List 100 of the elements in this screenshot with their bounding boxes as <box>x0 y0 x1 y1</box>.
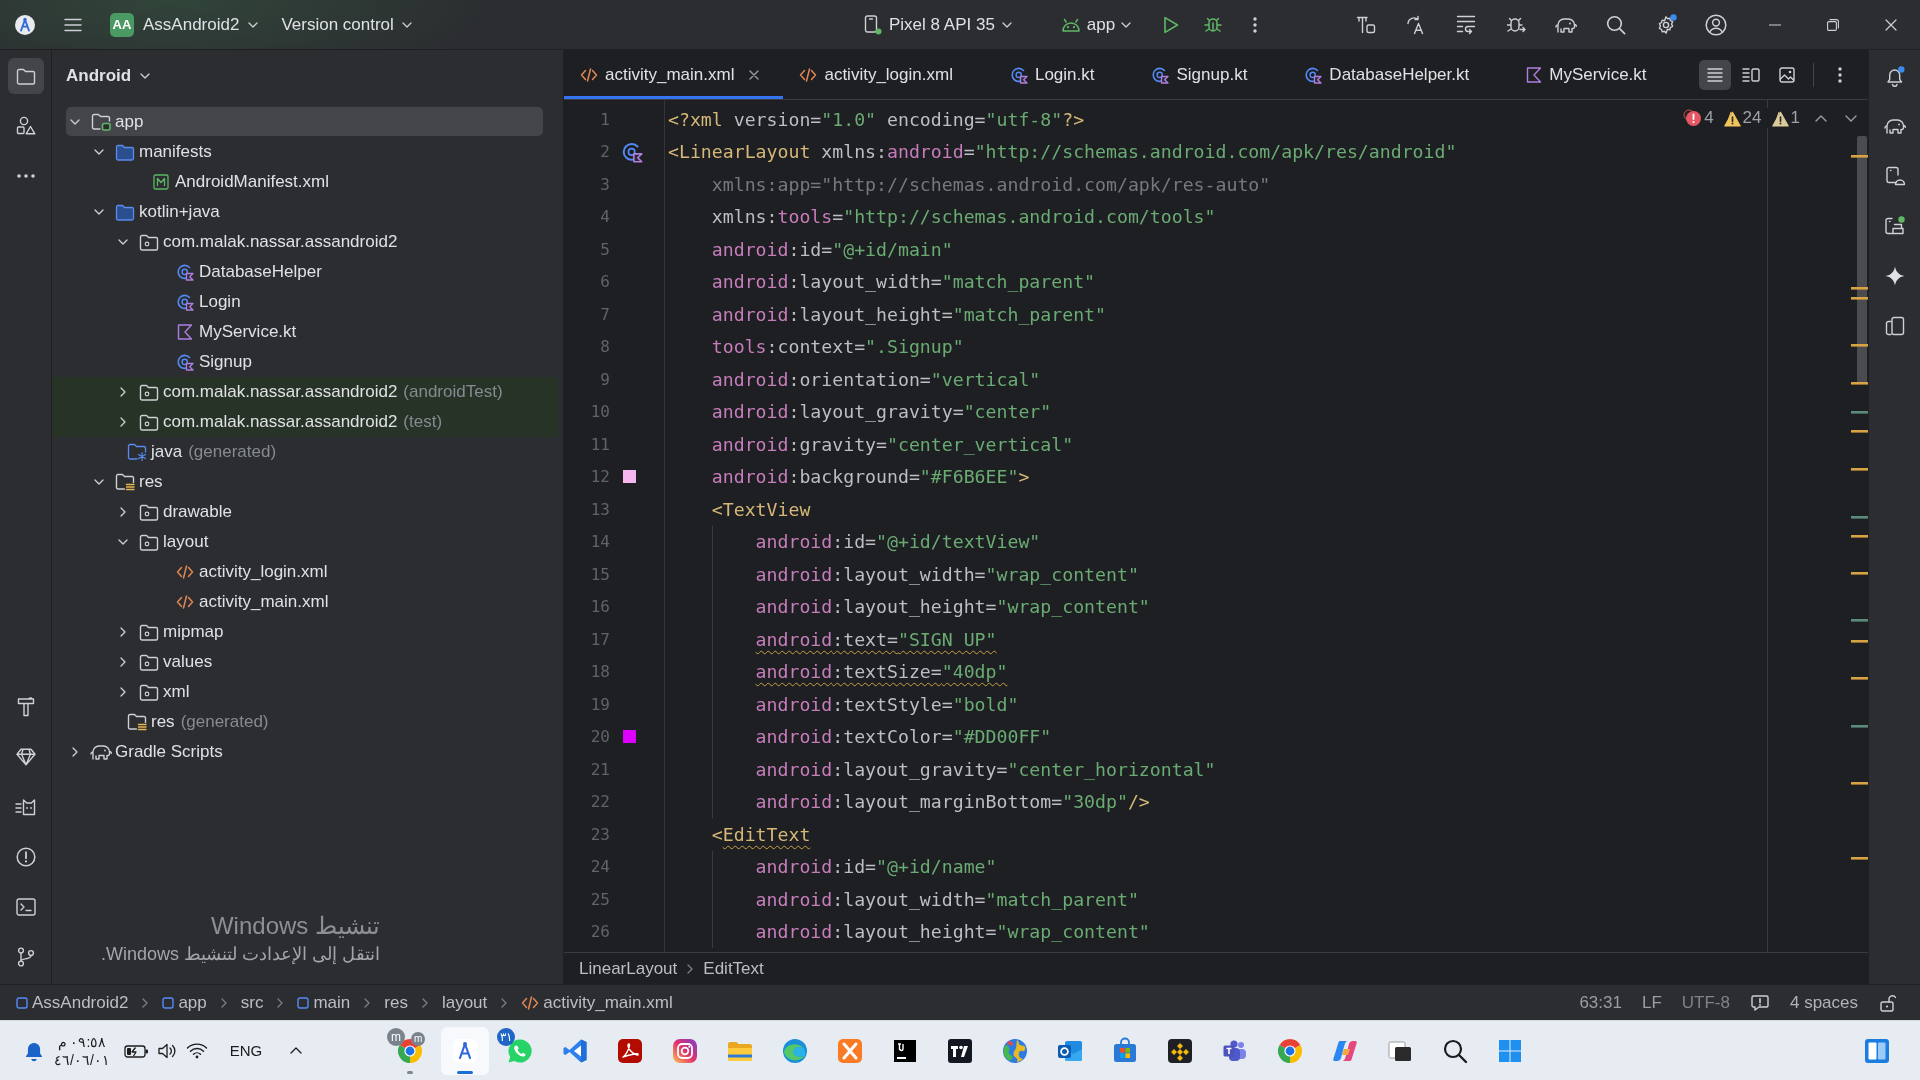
chevron-up-icon[interactable] <box>290 1047 303 1054</box>
code-file-icon[interactable] <box>799 67 818 82</box>
phone-android-icon[interactable] <box>1884 166 1905 186</box>
android-icon[interactable] <box>1060 17 1081 32</box>
compass-logo-icon[interactable] <box>15 14 35 35</box>
chevron-down-icon[interactable] <box>1121 21 1132 28</box>
branch-icon[interactable] <box>16 947 35 967</box>
project-view-selector[interactable]: Android <box>60 60 157 92</box>
shapes-icon[interactable] <box>15 116 36 136</box>
module-icon[interactable] <box>162 996 175 1009</box>
class-icon[interactable] <box>1304 65 1323 84</box>
chevron-right-icon[interactable] <box>120 387 126 397</box>
more-icon[interactable] <box>1838 66 1842 83</box>
chevron-down-icon[interactable] <box>1001 21 1012 28</box>
chevron-right-icon[interactable] <box>120 627 126 637</box>
editor-tab[interactable]: Signup.kt <box>1135 50 1289 99</box>
loop-tile-icon[interactable] <box>616 1036 644 1065</box>
terminal-icon[interactable] <box>15 898 36 916</box>
path-segment[interactable]: layout <box>441 992 488 1013</box>
class-icon[interactable] <box>1009 65 1028 84</box>
bag-icon[interactable] <box>1111 1036 1139 1065</box>
chevron-down-icon[interactable] <box>118 239 128 245</box>
class-icon[interactable] <box>1151 65 1170 84</box>
compass-icon[interactable] <box>451 1036 479 1065</box>
tree-item[interactable]: Signup <box>165 347 252 377</box>
tree-item[interactable]: activity_login.xml <box>165 557 328 587</box>
tree-item[interactable]: com.malak.nassar.assandroid2 (test) <box>52 407 558 437</box>
chevron-right-icon[interactable] <box>120 657 126 667</box>
gem-icon[interactable] <box>15 748 36 766</box>
chevron-up-icon[interactable] <box>1815 114 1827 122</box>
cat-icon[interactable] <box>14 798 37 816</box>
taskbar-app-button[interactable]: m m <box>386 1026 434 1075</box>
project-tool-button[interactable] <box>7 58 44 94</box>
search-icon[interactable] <box>1606 14 1626 35</box>
chevron-right-icon[interactable] <box>120 687 126 697</box>
chevron-down-icon[interactable] <box>140 73 151 79</box>
split-view-icon[interactable] <box>1742 67 1760 82</box>
more-icon[interactable] <box>1253 16 1258 33</box>
path-segment[interactable]: app <box>162 992 207 1013</box>
hammer-icon[interactable] <box>16 697 35 717</box>
folder-icon[interactable] <box>15 67 36 85</box>
path-segment[interactable]: main <box>297 992 351 1013</box>
shape-tile-icon[interactable] <box>946 1036 974 1065</box>
editor-tab[interactable]: Login.kt <box>993 50 1136 99</box>
run-icon[interactable] <box>1163 15 1180 34</box>
code-file-icon[interactable] <box>521 995 540 1010</box>
chevron-down-icon[interactable] <box>94 209 104 215</box>
path-segment[interactable]: src <box>240 992 264 1013</box>
alert-icon[interactable] <box>15 847 36 867</box>
tree-item[interactable]: MyService.kt <box>165 317 297 347</box>
path-segment[interactable]: res <box>384 992 408 1013</box>
color-swatch-icon[interactable] <box>623 470 636 484</box>
image-icon[interactable] <box>1779 66 1795 83</box>
chevron-right-icon[interactable] <box>120 417 126 427</box>
chevron-down-icon[interactable] <box>401 21 412 28</box>
chevron-down-icon[interactable] <box>248 21 259 28</box>
line-separator[interactable]: LF <box>1641 992 1662 1013</box>
editor-tab[interactable]: activity_login.xml <box>783 50 994 99</box>
clock-date[interactable]: ٤٦/٠٦/٠١ <box>54 1050 110 1069</box>
devices-icon[interactable] <box>1884 316 1905 336</box>
chevron-down-icon[interactable] <box>70 118 80 125</box>
split-panel-icon[interactable] <box>1864 1037 1890 1064</box>
menu-icon[interactable] <box>64 17 82 32</box>
caret-position[interactable]: 63:31 <box>1579 992 1622 1013</box>
lines-arrow-icon[interactable] <box>1456 14 1476 35</box>
tree-item[interactable]: drawable <box>117 497 232 527</box>
tree-item[interactable]: manifests <box>93 137 212 167</box>
lines-icon[interactable] <box>1707 67 1723 82</box>
run-configuration-selector[interactable]: app <box>1054 8 1138 41</box>
path-segment[interactable]: activity_main.xml <box>521 992 673 1013</box>
tree-item[interactable]: com.malak.nassar.assandroid2 <box>117 227 398 257</box>
globe-icon[interactable] <box>1001 1036 1029 1065</box>
view-mode-button[interactable] <box>1699 59 1731 90</box>
elephant-icon[interactable] <box>1883 117 1906 135</box>
minimize-icon[interactable] <box>1769 23 1781 26</box>
inspection-counter[interactable]: 4 <box>1683 108 1714 128</box>
tree-item[interactable]: activity_main.xml <box>165 587 329 617</box>
module-icon[interactable] <box>297 996 310 1009</box>
indent-setting[interactable]: 4 spaces <box>1789 992 1858 1013</box>
device-selector[interactable]: Pixel 8 API 35 <box>858 8 1018 41</box>
tree-item[interactable]: layout <box>117 527 209 557</box>
tree-item[interactable]: com.malak.nassar.assandroid2 (androidTest) <box>52 377 558 407</box>
tree-item[interactable]: AndroidManifest.xml <box>141 167 329 197</box>
breadcrumb[interactable]: LinearLayout <box>579 958 678 979</box>
kotlin-file-icon[interactable] <box>1526 66 1543 83</box>
inspection-counter[interactable]: 1 <box>1769 108 1800 128</box>
sparkle-icon[interactable] <box>1884 266 1905 286</box>
chevron-right-icon[interactable] <box>120 507 126 517</box>
close-icon[interactable] <box>1885 18 1897 31</box>
tree-item[interactable]: mipmap <box>117 617 224 647</box>
editor-tab[interactable]: MyService.kt <box>1510 50 1688 99</box>
code-file-icon[interactable] <box>580 67 598 82</box>
more-icon[interactable] <box>16 174 35 178</box>
editor-tab[interactable]: DatabaseHelper.kt <box>1288 50 1511 99</box>
project-selector[interactable]: AA AssAndroid2 <box>107 8 265 41</box>
tree-item[interactable]: xml <box>117 677 190 707</box>
bell-icon[interactable] <box>1884 65 1905 87</box>
tree-item[interactable]: java (generated) <box>117 437 277 467</box>
camera-icon[interactable] <box>671 1036 699 1065</box>
device-tray-icon[interactable] <box>1884 215 1905 237</box>
